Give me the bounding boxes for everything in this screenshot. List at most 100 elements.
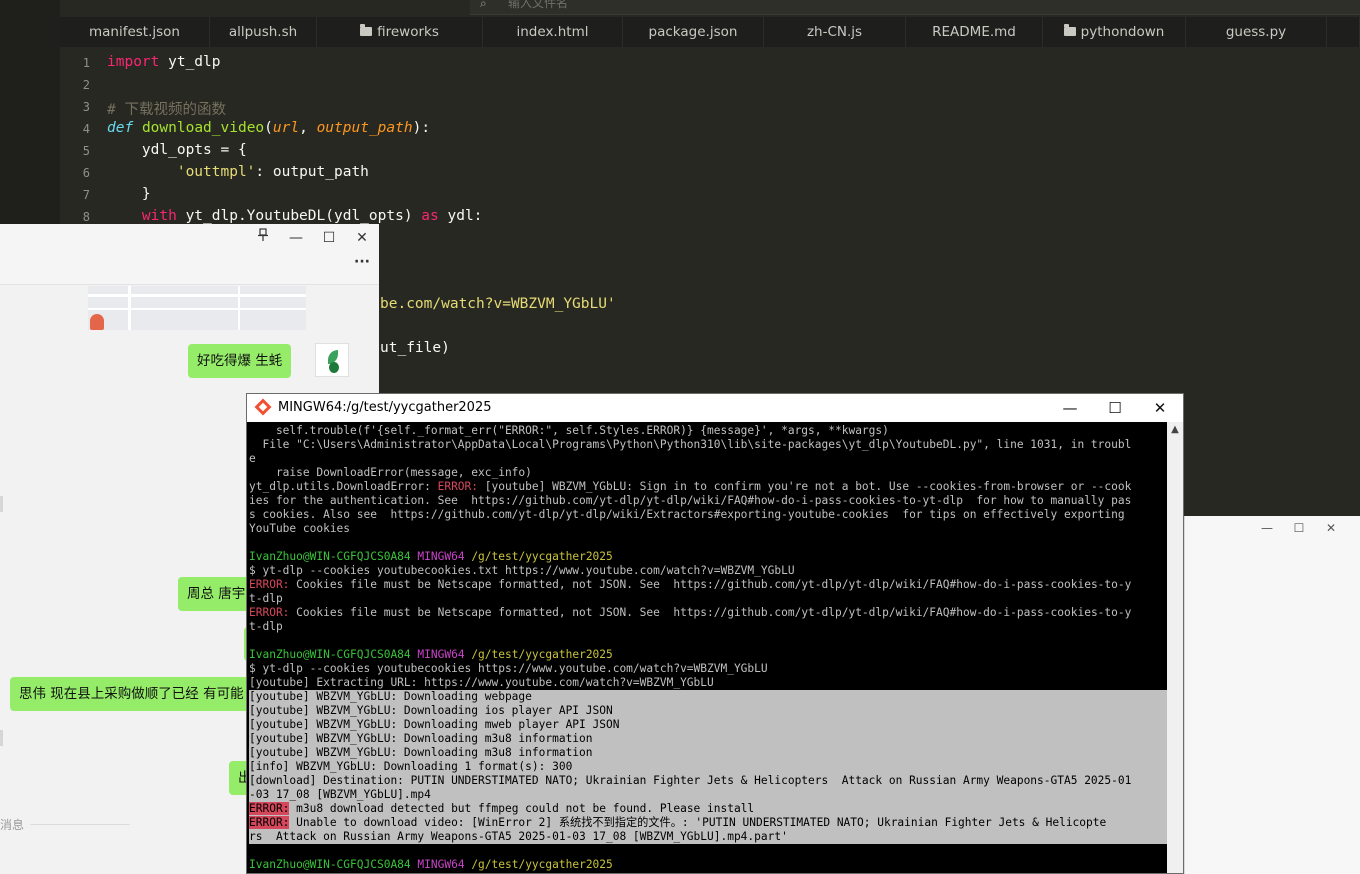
- terminal-line-selected: [youtube] WBZVM_YGbLU: Downloading m3u8 …: [249, 746, 1167, 760]
- search-icon[interactable]: ⌕: [480, 0, 494, 10]
- chat-bubble-text: 好吃得爆 生蚝: [197, 353, 283, 369]
- map-road: [128, 286, 131, 330]
- pin-icon[interactable]: [250, 228, 276, 248]
- tab-index-html[interactable]: index.html: [483, 17, 623, 47]
- terminal-close-button[interactable]: ✕: [1137, 394, 1183, 422]
- left-marker: [0, 496, 3, 512]
- error-tag: ERROR:: [249, 816, 290, 829]
- function-name: download_video: [141, 120, 265, 136]
- terminal-line-selected: [download] Destination: PUTIN UNDERSTIMA…: [249, 774, 1167, 788]
- folder-icon: [1063, 24, 1076, 36]
- terminal-scrollbar[interactable]: ▲: [1167, 422, 1183, 873]
- tab-manifest-json[interactable]: manifest.json: [60, 17, 210, 47]
- keyword: as: [421, 208, 439, 224]
- line-number: 2: [82, 78, 90, 92]
- tab-zh-cn-js[interactable]: zh-CN.js: [764, 17, 906, 47]
- chat-bubble-text: 周总 唐宇: [187, 586, 246, 602]
- error-tag: ERROR:: [249, 578, 290, 591]
- line-number: 7: [82, 188, 90, 202]
- avatar[interactable]: [315, 343, 349, 377]
- terminal-line-selected: ERROR: m3u8 download detected but ffmpeg…: [249, 802, 1167, 816]
- chat-bubble-outgoing[interactable]: 好吃得爆 生蚝: [188, 344, 292, 378]
- terminal-line: s cookies. Also see https://github.com/y…: [249, 508, 1125, 521]
- tab-pythondown[interactable]: pythondown: [1043, 17, 1186, 47]
- prompt-env: MINGW64: [417, 858, 465, 871]
- editor-tab-bar: manifest.json allpush.sh fireworks index…: [60, 17, 1360, 47]
- chat-minimize-button[interactable]: —: [283, 228, 309, 248]
- tab-allpush-sh[interactable]: allpush.sh: [210, 17, 317, 47]
- chat-close-button[interactable]: ✕: [349, 228, 375, 248]
- tab-label: manifest.json: [88, 24, 180, 40]
- terminal-line-selected: [youtube] WBZVM_YGbLU: Downloading mweb …: [249, 718, 1167, 732]
- map-road: [238, 286, 240, 330]
- terminal-output[interactable]: self.trouble(f'{self._format_err("ERROR:…: [249, 422, 1167, 873]
- line-number: 5: [82, 144, 90, 158]
- terminal-line-selected: [info] WBZVM_YGbLU: Downloading 1 format…: [249, 760, 1167, 774]
- prompt-env: MINGW64: [417, 648, 465, 661]
- line-number: 3: [82, 100, 90, 114]
- code-line-3: # 下载视频的函数: [107, 98, 226, 119]
- terminal-prompt: IvanZhuo@WIN-CGFQJCS0A84 MINGW64 /g/test…: [249, 550, 1167, 564]
- terminal-maximize-button[interactable]: ☐: [1092, 394, 1138, 422]
- secondary-minimize-button[interactable]: —: [1255, 518, 1279, 538]
- prompt-user: IvanZhuo@WIN-CGFQJCS0A84: [249, 648, 411, 661]
- tab-label: pythondown: [1080, 24, 1165, 40]
- prompt-user: IvanZhuo@WIN-CGFQJCS0A84: [249, 858, 411, 871]
- code-text: ,: [299, 120, 317, 136]
- comment: # 下载视频的函数: [107, 102, 226, 118]
- code-text: ):: [412, 120, 431, 136]
- code-text: : output_path: [255, 164, 369, 180]
- code-line-1: import yt_dlp: [107, 54, 221, 70]
- terminal-line-selected: -03 17_08 [WBZVM_YGbLU].mp4: [249, 788, 1167, 802]
- chat-divider: [0, 284, 379, 285]
- terminal-line-selected: [youtube] WBZVM_YGbLU: Downloading webpa…: [249, 690, 1167, 704]
- code-line-4: def download_video(url, output_path):: [107, 120, 430, 136]
- terminal-line: YouTube cookies: [249, 522, 351, 535]
- file-search-bar[interactable]: [470, 0, 1360, 15]
- terminal-minimize-button[interactable]: —: [1047, 394, 1093, 422]
- chat-maximize-button[interactable]: ☐: [316, 228, 342, 248]
- prompt-path: /g/test/yycgather2025: [471, 858, 613, 871]
- tab-package-json[interactable]: package.json: [623, 17, 764, 47]
- terminal-text: yt_dlp.utils.DownloadError:: [249, 480, 438, 493]
- terminal-line-selected: [youtube] WBZVM_YGbLU: Downloading ios p…: [249, 704, 1167, 718]
- parameter: output_path: [316, 120, 413, 136]
- terminal-line: ies for the authentication. See https://…: [249, 494, 1132, 507]
- messages-divider: [30, 824, 130, 825]
- parameter: url: [272, 120, 300, 136]
- tab-overflow[interactable]: [1327, 17, 1360, 47]
- code-text: yt_dlp.YoutubeDL(ydl_opts): [176, 208, 422, 224]
- line-number: 4: [82, 122, 90, 136]
- secondary-maximize-button[interactable]: ☐: [1287, 518, 1311, 538]
- terminal-prompt: IvanZhuo@WIN-CGFQJCS0A84 MINGW64 /g/test…: [249, 858, 1167, 872]
- terminal-text: [youtube] WBZVM_YGbLU: Sign in to confir…: [478, 480, 1132, 493]
- more-icon[interactable]: ···: [349, 252, 375, 272]
- terminal-text: m3u8 download detected but ffmpeg could …: [289, 802, 755, 815]
- scroll-up-icon[interactable]: ▲: [1169, 424, 1181, 436]
- terminal-prompt: IvanZhuo@WIN-CGFQJCS0A84 MINGW64 /g/test…: [249, 648, 1167, 662]
- tab-readme-md[interactable]: README.md: [906, 17, 1043, 47]
- file-search-placeholder[interactable]: 输入文件名: [508, 0, 568, 11]
- tab-label: index.html: [516, 24, 589, 40]
- prompt-path: /g/test/yycgather2025: [471, 550, 613, 563]
- chat-bubble-text: 思伟 现在县上采购做顺了已经 有可能: [19, 686, 244, 702]
- code-text: ydl:: [438, 208, 483, 224]
- secondary-close-button[interactable]: ✕: [1319, 518, 1343, 538]
- chat-bubble-outgoing[interactable]: 思伟 现在县上采购做顺了已经 有可能: [10, 677, 274, 711]
- tab-fireworks[interactable]: fireworks: [317, 17, 483, 47]
- map-road: [88, 308, 306, 310]
- code-line-6: 'outtmpl': output_path: [107, 164, 369, 180]
- terminal-window: MINGW64:/g/test/yycgather2025 — ☐ ✕ self…: [246, 393, 1184, 874]
- avatar-drop-icon: [329, 362, 339, 373]
- keyword: with: [141, 208, 177, 224]
- terminal-text: Cookies file must be Netscape formatted,…: [289, 606, 1132, 619]
- tab-label: fireworks: [377, 24, 439, 40]
- location-map-thumbnail[interactable]: [88, 286, 306, 330]
- tab-label: package.json: [648, 24, 738, 40]
- tab-guess-py[interactable]: guess.py: [1186, 17, 1327, 47]
- terminal-titlebar[interactable]: MINGW64:/g/test/yycgather2025 — ☐ ✕: [247, 394, 1183, 422]
- terminal-line-selected: [youtube] WBZVM_YGbLU: Downloading m3u8 …: [249, 732, 1167, 746]
- prompt-env: MINGW64: [417, 550, 465, 563]
- terminal-line: File "C:\Users\Administrator\AppData\Loc…: [249, 438, 1132, 451]
- code-line-8: with yt_dlp.YoutubeDL(ydl_opts) as ydl:: [107, 208, 482, 224]
